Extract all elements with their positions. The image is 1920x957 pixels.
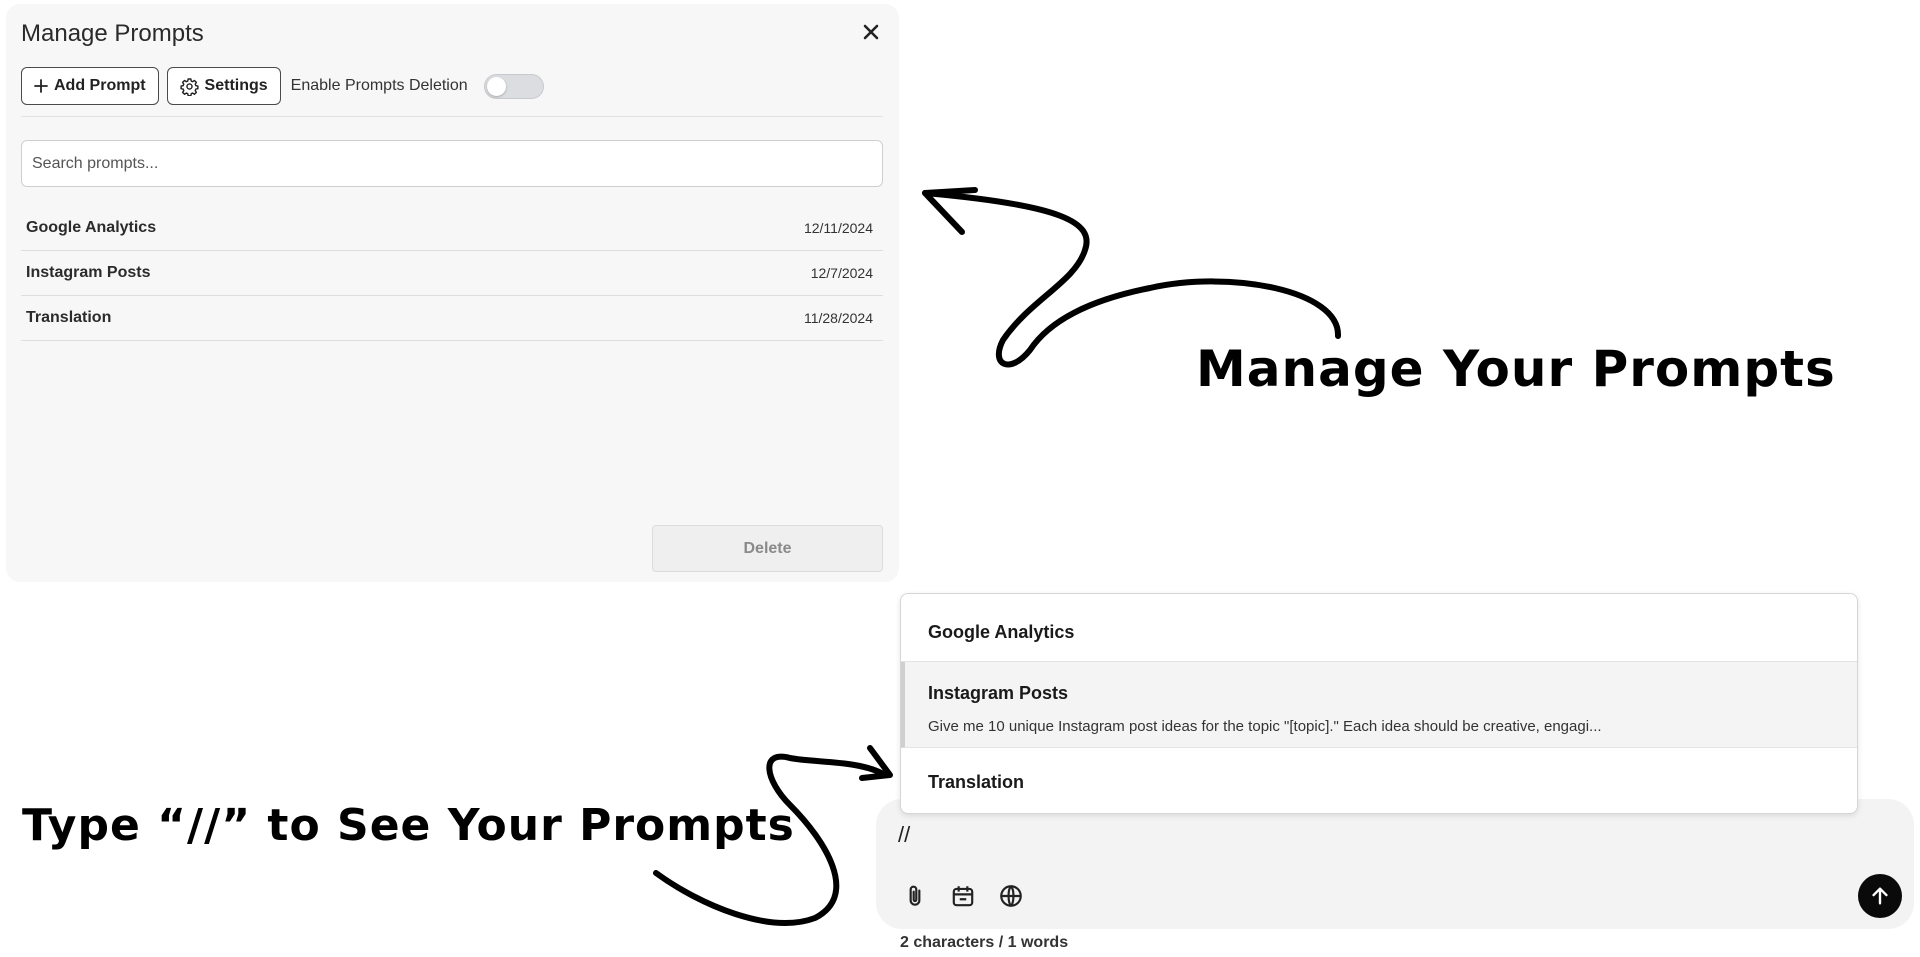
top-arrowhead	[922, 187, 978, 235]
prompt-date: 11/28/2024	[803, 310, 873, 326]
close-icon	[863, 24, 879, 40]
dropdown-item-title: Instagram Posts	[928, 683, 1069, 703]
search-input[interactable]	[21, 140, 883, 187]
panel-toolbar: Add Prompt Settings Enable Prompts Delet…	[21, 67, 883, 117]
prompt-date: 12/11/2024	[803, 220, 873, 236]
dropdown-item-title: Translation	[928, 772, 1025, 792]
prompt-dropdown: Google Analytics Instagram Posts Give me…	[900, 593, 1858, 814]
prompt-row[interactable]: Google Analytics 12/11/2024	[21, 206, 883, 251]
deletion-toggle[interactable]	[483, 74, 544, 99]
prompt-name: Instagram Posts	[26, 264, 151, 281]
dropdown-item-title: Google Analytics	[928, 622, 1075, 642]
prompt-list: Google Analytics 12/11/2024 Instagram Po…	[21, 206, 883, 341]
calendar-button[interactable]	[946, 879, 980, 913]
dropdown-item[interactable]: Google Analytics	[901, 594, 1857, 662]
paperclip-icon	[909, 885, 921, 906]
manage-prompts-panel: Manage Prompts Add Prompt Settings Enabl…	[6, 4, 899, 582]
manage-annotation: Manage Your Prompts	[1196, 340, 1836, 398]
add-prompt-button[interactable]: Add Prompt	[21, 67, 159, 105]
close-button[interactable]	[857, 18, 885, 46]
prompt-name: Translation	[26, 309, 112, 326]
prompt-row[interactable]: Instagram Posts 12/7/2024	[21, 251, 883, 296]
gear-icon	[179, 77, 199, 96]
add-prompt-label: Add Prompt	[54, 77, 146, 94]
globe-icon	[1000, 885, 1022, 907]
toggle-knob	[486, 77, 506, 96]
calendar-icon	[952, 886, 974, 907]
prompt-date: 12/7/2024	[810, 265, 873, 281]
settings-label: Settings	[204, 77, 268, 94]
deletion-toggle-label: Enable Prompts Deletion	[290, 77, 468, 94]
delete-button[interactable]: Delete	[652, 525, 883, 572]
dropdown-item-highlighted[interactable]: Instagram Posts Give me 10 unique Instag…	[901, 662, 1857, 748]
top-arrow-stroke	[922, 190, 1342, 368]
settings-button[interactable]: Settings	[166, 67, 281, 105]
bottom-arrowhead	[859, 745, 893, 781]
chat-composer	[876, 799, 1914, 929]
web-search-button[interactable]	[994, 879, 1028, 913]
prompt-row[interactable]: Translation 11/28/2024	[21, 296, 883, 341]
panel-title: Manage Prompts	[21, 20, 204, 47]
composer-tools	[898, 879, 1028, 913]
prompt-name: Google Analytics	[26, 219, 157, 236]
character-counter: 2 characters / 1 words	[900, 934, 1069, 951]
plus-icon	[34, 79, 48, 93]
send-button[interactable]	[1858, 874, 1902, 918]
chat-input[interactable]	[898, 815, 1878, 855]
dropdown-item[interactable]: Translation	[901, 748, 1857, 813]
arrow-up-icon	[1872, 887, 1888, 905]
type-hint-annotation: Type “//” to See Your Prompts	[22, 800, 795, 851]
attach-button[interactable]	[898, 879, 932, 913]
dropdown-item-description: Give me 10 unique Instagram post ideas f…	[928, 718, 1602, 735]
